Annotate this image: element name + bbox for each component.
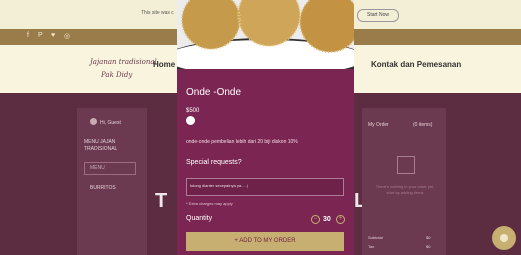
sidebar-item-burritos[interactable]: BURRITOS — [90, 185, 116, 191]
onde-onde-image — [177, 0, 354, 69]
subtotal-value: $0 — [426, 235, 431, 240]
quantity-value[interactable]: 30 — [323, 216, 331, 223]
add-to-order-button[interactable]: + ADD TO MY ORDER — [186, 232, 344, 251]
instagram-icon[interactable]: ◎ — [64, 32, 70, 40]
order-item-count: (0 items) — [413, 122, 433, 128]
notice-text: This site was c — [141, 10, 174, 16]
nav-contact[interactable]: Kontak dan Pemesanan — [371, 60, 461, 69]
sidebar-item-menu[interactable]: MENU — [84, 162, 136, 175]
guest-label[interactable]: Hi, Guest — [100, 120, 121, 126]
food-image — [177, 0, 354, 69]
menu-title[interactable]: MENU JAJAN TRADISIONAL — [84, 139, 132, 153]
item-description: onde-onde pembelian lebih dari 20 biji d… — [186, 139, 298, 145]
logo-line2[interactable]: Pak Didy — [101, 71, 132, 79]
price-radio[interactable] — [186, 116, 195, 125]
pinterest-icon[interactable]: P — [38, 32, 43, 39]
subtotal-label: Subtotal — [368, 235, 383, 240]
twitter-icon[interactable]: ♥ — [51, 32, 55, 39]
order-panel — [362, 108, 446, 255]
plus-icon[interactable]: + — [336, 215, 345, 224]
extra-charges-note: * Extra charges may apply — [186, 201, 233, 206]
minus-icon[interactable]: − — [311, 215, 320, 224]
logo-line1[interactable]: Jajanan tradisional — [90, 58, 157, 66]
shopping-bag-icon — [397, 156, 415, 174]
order-title: My Order — [368, 122, 389, 128]
user-icon — [90, 118, 97, 125]
tax-label: Tax — [368, 244, 375, 249]
price: $500 — [186, 108, 200, 114]
order-empty-text: There’s nothing in your order yet, start… — [375, 184, 435, 195]
special-requests-label: Special requests? — [186, 159, 242, 166]
facebook-icon[interactable]: f — [27, 32, 29, 39]
modal-title: Onde -Onde — [186, 87, 242, 98]
quantity-label: Quantity — [186, 215, 213, 222]
background-heading-left: T — [155, 190, 174, 212]
nav-home[interactable]: Home — [153, 60, 175, 69]
chat-button[interactable] — [492, 226, 516, 250]
left-sidebar — [77, 108, 147, 255]
start-now-button[interactable]: Start Now — [357, 9, 399, 22]
tax-value: $0 — [426, 244, 431, 249]
item-modal: Onde -Onde $500 onde-onde pembelian lebi… — [177, 0, 354, 255]
special-requests-input[interactable]: tolong dianter secepatnya ya.....| — [186, 178, 344, 196]
